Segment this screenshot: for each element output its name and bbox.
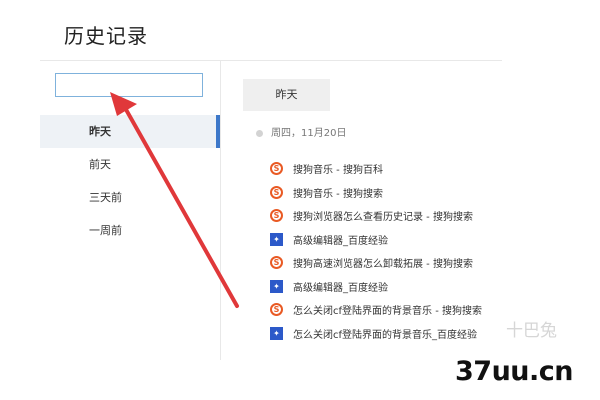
watermark-logo: 37uu.cn [455,356,574,387]
watermark-faint: 十巴兔 [506,321,557,341]
